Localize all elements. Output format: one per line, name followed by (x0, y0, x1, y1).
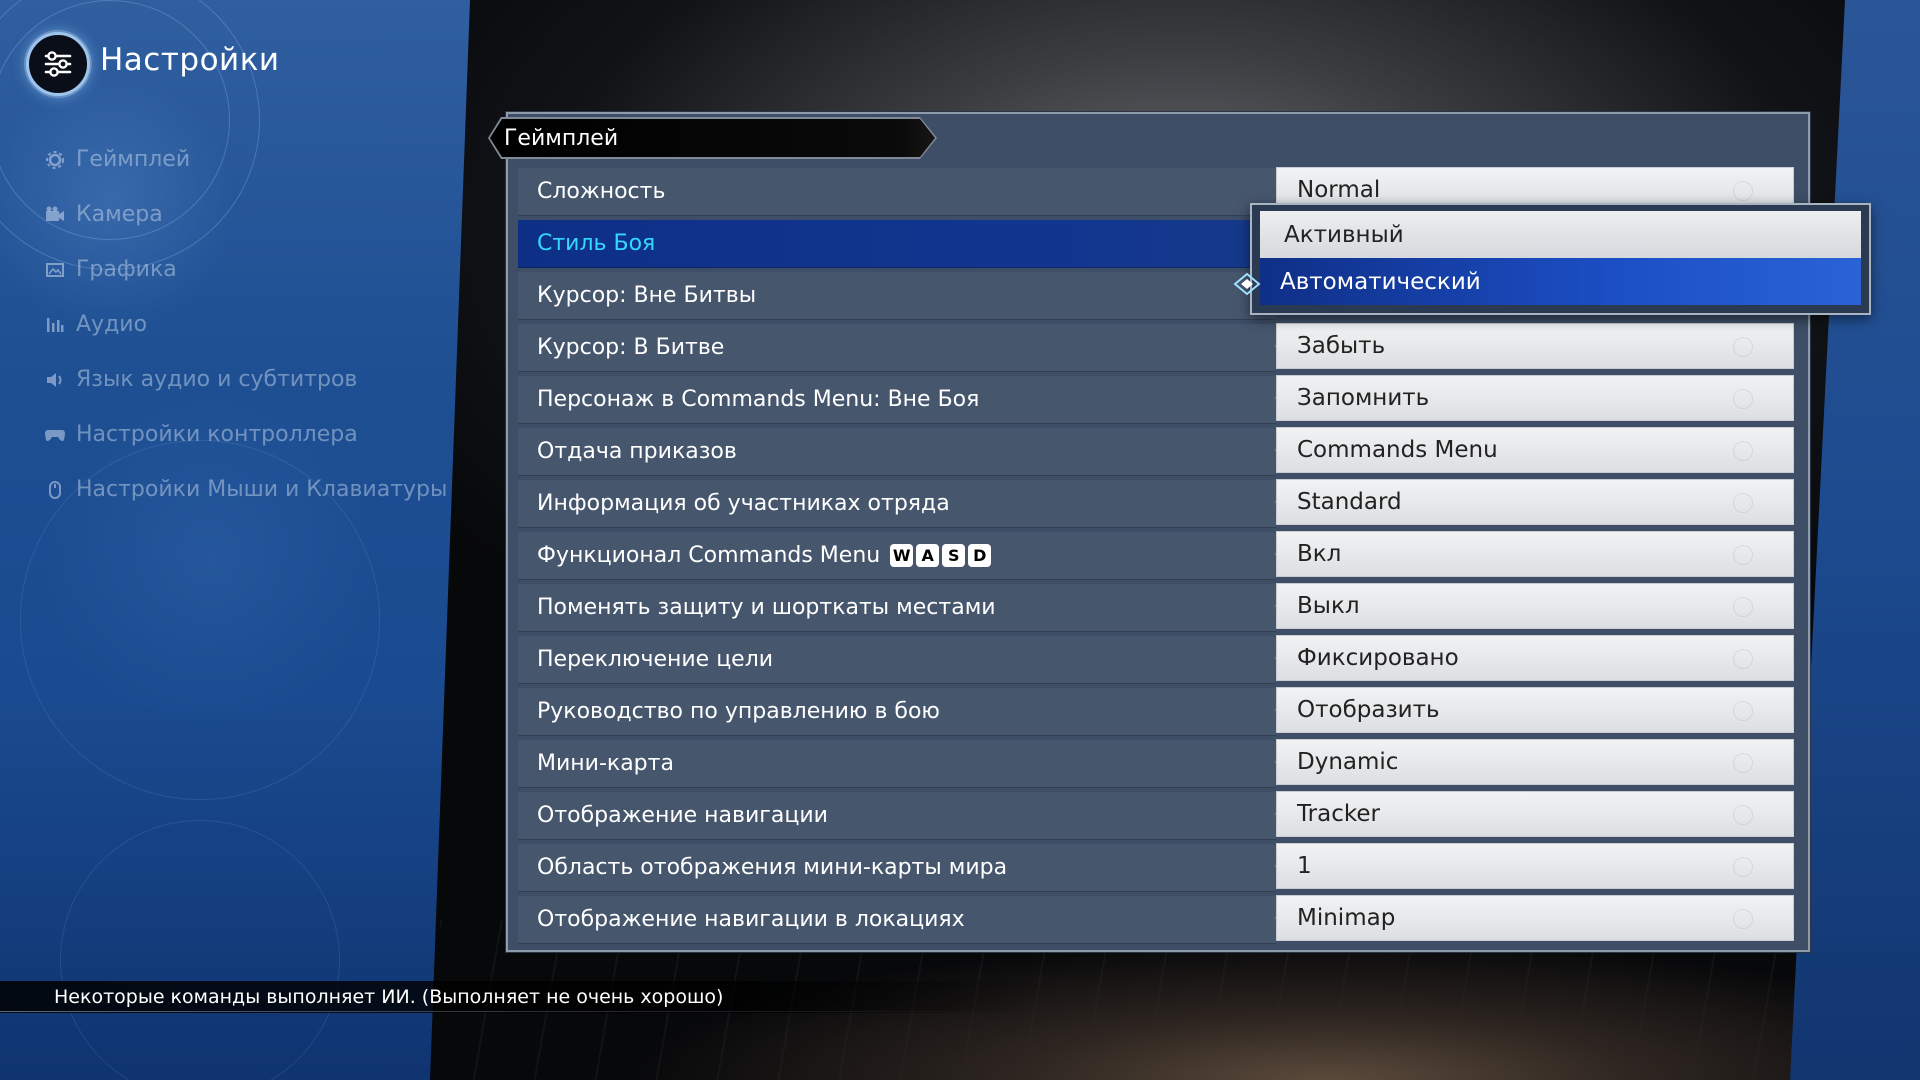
value-text: 1 (1297, 853, 1312, 879)
sidebar-item-label: Настройки контроллера (76, 422, 358, 447)
setting-row-cursor-battle[interactable]: Курсор: В Битве Забыть (518, 322, 1796, 374)
setting-label: Персонаж в Commands Menu: Вне Боя (518, 376, 1276, 424)
setting-row-party-info[interactable]: Информация об участниках отряда Standard (518, 478, 1796, 530)
setting-value[interactable]: Dynamic (1276, 739, 1794, 785)
image-icon (44, 259, 66, 281)
battle-style-dropdown: Активный Автоматический (1250, 203, 1871, 315)
description-bar: Некоторые команды выполняет ИИ. (Выполня… (0, 981, 1050, 1013)
gamepad-icon (44, 424, 66, 446)
value-text: Фиксировано (1297, 645, 1459, 671)
setting-value[interactable]: Tracker (1276, 791, 1794, 837)
setting-label: Руководство по управлению в бою (518, 688, 1276, 736)
setting-label: Курсор: Вне Битвы (518, 272, 1276, 320)
setting-row-issuing-orders[interactable]: Отдача приказов Commands Menu (518, 426, 1796, 478)
sidebar-item-label: Аудио (76, 312, 148, 337)
setting-row-battle-guide[interactable]: Руководство по управлению в бою Отобрази… (518, 686, 1796, 738)
settings-logo-icon (26, 32, 90, 96)
value-text: Запомнить (1297, 385, 1430, 411)
dropdown-option-active[interactable]: Активный (1260, 211, 1861, 258)
value-text: Забыть (1297, 333, 1386, 359)
sidebar-item-controller[interactable]: Настройки контроллера (44, 407, 447, 462)
value-text: Commands Menu (1297, 437, 1498, 463)
setting-label: Мини-карта (518, 740, 1276, 788)
key-d-icon: D (968, 544, 992, 567)
setting-label: Отдача приказов (518, 428, 1276, 476)
setting-value[interactable]: Вкл (1276, 531, 1794, 577)
value-text: Normal (1297, 177, 1381, 203)
value-text: Выкл (1297, 593, 1360, 619)
mouse-icon (44, 479, 66, 501)
dropdown-option-auto[interactable]: Автоматический (1260, 258, 1861, 305)
setting-row-swap-guard[interactable]: Поменять защиту и шорткаты местами Выкл (518, 582, 1796, 634)
setting-label: Курсор: В Битве (518, 324, 1276, 372)
panel-header: Геймплей (490, 119, 935, 157)
description-text: Некоторые команды выполняет ИИ. (Выполня… (54, 986, 724, 1008)
sidebar-item-label: Графика (76, 257, 177, 282)
sidebar-item-language[interactable]: Язык аудио и субтитров (44, 352, 447, 407)
sidebar-item-camera[interactable]: Камера (44, 187, 447, 242)
value-text: Dynamic (1297, 749, 1399, 775)
setting-row-navigation-display[interactable]: Отображение навигации Tracker (518, 790, 1796, 842)
setting-value[interactable]: Отобразить (1276, 687, 1794, 733)
key-a-icon: A (916, 544, 940, 567)
setting-label: Стиль Боя (518, 220, 1276, 268)
key-w-icon: W (890, 544, 914, 567)
sidebar-item-label: Настройки Мыши и Клавиатуры (76, 477, 448, 502)
sidebar: Геймплей Камера Графика Аудио Язык аудио… (44, 132, 447, 517)
camera-icon (44, 204, 66, 226)
setting-label: Функционал Commands Menu W A S D (518, 532, 1276, 580)
key-s-icon: S (942, 544, 966, 567)
sidebar-item-mouse-keyboard[interactable]: Настройки Мыши и Клавиатуры (44, 462, 447, 517)
value-text: Minimap (1297, 905, 1396, 931)
sidebar-item-graphics[interactable]: Графика (44, 242, 447, 297)
setting-label: Отображение навигации в локациях (518, 896, 1276, 944)
setting-label: Поменять защиту и шорткаты местами (518, 584, 1276, 632)
value-text: Tracker (1297, 801, 1380, 827)
setting-value[interactable]: Minimap (1276, 895, 1794, 941)
sidebar-item-label: Язык аудио и субтитров (76, 367, 358, 392)
setting-value[interactable]: Выкл (1276, 583, 1794, 629)
gear-icon (44, 149, 66, 171)
sidebar-item-label: Геймплей (76, 147, 191, 172)
setting-row-target-switch[interactable]: Переключение цели Фиксировано (518, 634, 1796, 686)
sidebar-item-label: Камера (76, 202, 163, 227)
speaker-icon (44, 369, 66, 391)
value-text: Вкл (1297, 541, 1342, 567)
audio-bars-icon (44, 314, 66, 336)
setting-label-text: Функционал Commands Menu (537, 543, 881, 568)
setting-value[interactable]: Запомнить (1276, 375, 1794, 421)
setting-label: Переключение цели (518, 636, 1276, 684)
selection-cursor-icon (1232, 272, 1262, 296)
setting-label: Отображение навигации (518, 792, 1276, 840)
setting-value[interactable]: Commands Menu (1276, 427, 1794, 473)
setting-label: Сложность (518, 168, 1276, 216)
setting-row-world-minimap-area[interactable]: Область отображения мини-карты мира 1 (518, 842, 1796, 894)
description-underline (0, 1011, 1000, 1012)
setting-row-minimap[interactable]: Мини-карта Dynamic (518, 738, 1796, 790)
sidebar-item-audio[interactable]: Аудио (44, 297, 447, 352)
setting-row-commands-character[interactable]: Персонаж в Commands Menu: Вне Боя Запомн… (518, 374, 1796, 426)
setting-value[interactable]: Фиксировано (1276, 635, 1794, 681)
setting-row-commands-wasd[interactable]: Функционал Commands Menu W A S D Вкл (518, 530, 1796, 582)
setting-label: Информация об участниках отряда (518, 480, 1276, 528)
setting-value[interactable]: 1 (1276, 843, 1794, 889)
setting-label: Область отображения мини-карты мира (518, 844, 1276, 892)
wasd-keys: W A S D (890, 544, 992, 567)
setting-value[interactable]: Standard (1276, 479, 1794, 525)
value-text: Отобразить (1297, 697, 1440, 723)
value-text: Standard (1297, 489, 1402, 515)
sidebar-item-gameplay[interactable]: Геймплей (44, 132, 447, 187)
setting-value[interactable]: Забыть (1276, 323, 1794, 369)
setting-row-location-navigation[interactable]: Отображение навигации в локациях Minimap (518, 894, 1796, 946)
page-title: Настройки (100, 42, 280, 78)
